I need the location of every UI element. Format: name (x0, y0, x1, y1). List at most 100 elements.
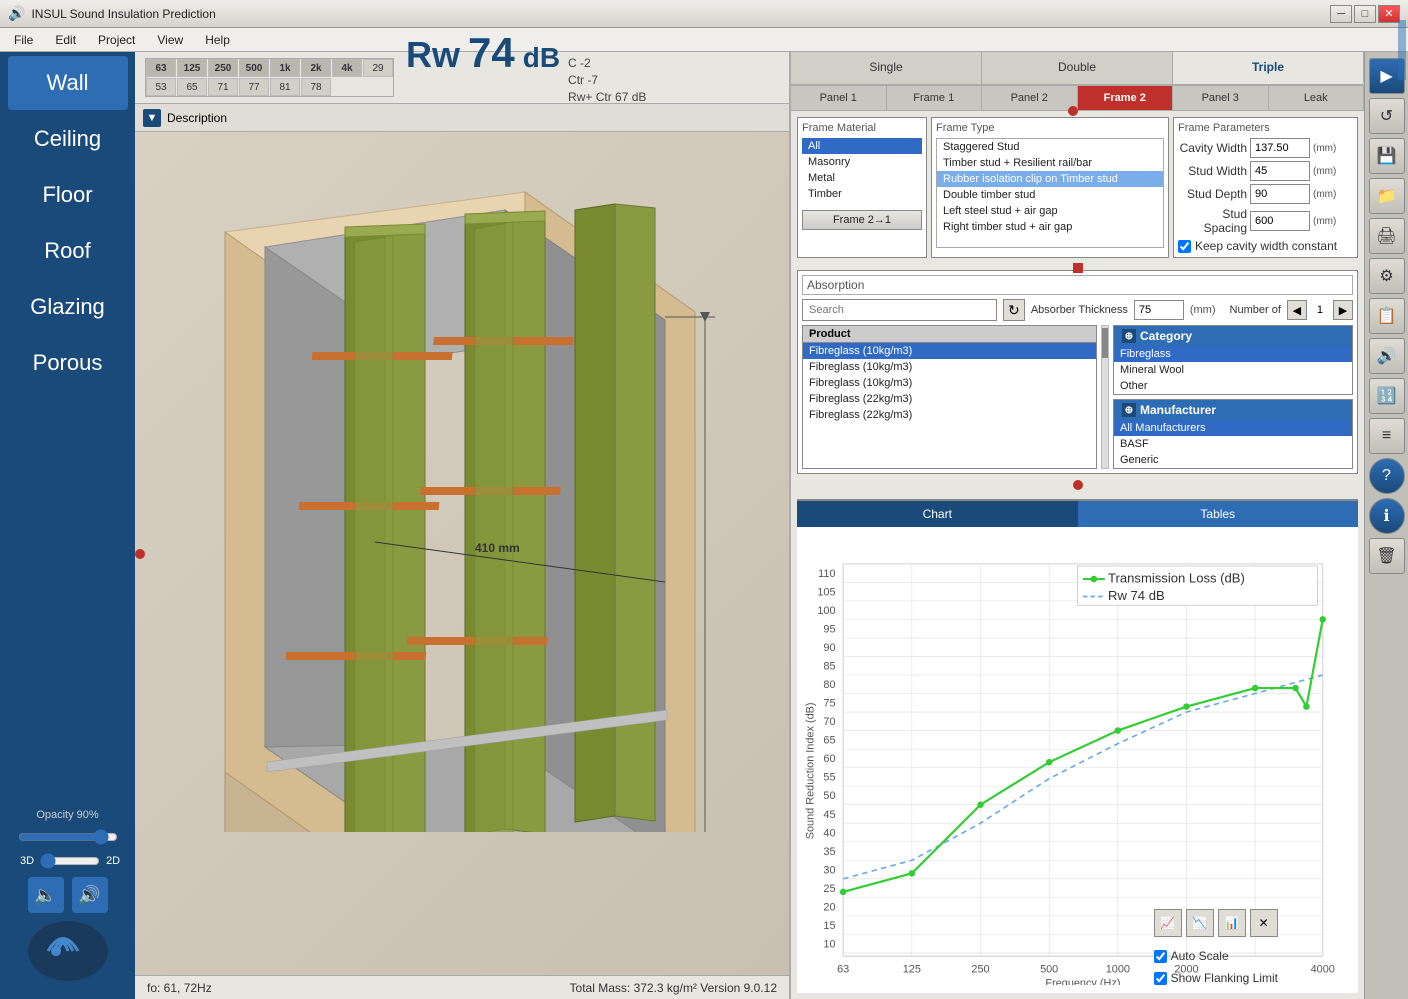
opacity-slider[interactable] (18, 829, 118, 845)
subtab-panel2[interactable]: Panel 2 (982, 86, 1078, 110)
svg-text:70: 70 (823, 716, 835, 728)
menu-help[interactable]: Help (195, 31, 240, 49)
prod-fg2[interactable]: Fibreglass (10kg/m3) (803, 359, 1096, 375)
show-flanking-checkbox[interactable] (1154, 972, 1167, 985)
prod-fg1[interactable]: Fibreglass (10kg/m3) (803, 343, 1096, 359)
cat-mineral-wool[interactable]: Mineral Wool (1114, 362, 1352, 378)
desc-arrow[interactable]: ▼ (143, 109, 161, 127)
nav-porous[interactable]: Porous (8, 336, 128, 390)
nav-ceiling[interactable]: Ceiling (8, 112, 128, 166)
tab-triple[interactable]: Triple (1173, 52, 1364, 84)
prod-fg5[interactable]: Fibreglass (22kg/m3) (803, 407, 1096, 423)
calc-icon-btn[interactable]: 🔢 (1369, 378, 1405, 414)
cavity-width-input[interactable] (1250, 138, 1310, 158)
svg-text:10: 10 (823, 938, 835, 950)
absorption-search[interactable] (802, 299, 997, 321)
subtab-frame1[interactable]: Frame 1 (887, 86, 983, 110)
auto-scale-checkbox[interactable] (1154, 950, 1167, 963)
product-scrollbar[interactable] (1101, 325, 1109, 469)
maximize-btn[interactable]: □ (1354, 5, 1376, 23)
svg-text:Sound Reduction Index (dB): Sound Reduction Index (dB) (805, 702, 817, 839)
keep-cavity-checkbox[interactable] (1178, 240, 1191, 253)
ft-timber-resilient[interactable]: Timber stud + Resilient rail/bar (937, 155, 1163, 171)
nav-wall[interactable]: Wall (8, 56, 128, 110)
chart-btn-2[interactable]: 📉 (1186, 909, 1214, 937)
fm-metal[interactable]: Metal (802, 170, 922, 186)
mfr-basf[interactable]: BASF (1114, 436, 1352, 452)
auto-scale-row: Auto Scale (1154, 949, 1278, 963)
subtab-leak[interactable]: Leak (1269, 86, 1365, 110)
close-btn[interactable]: ✕ (1378, 5, 1400, 23)
cat-other[interactable]: Other (1114, 378, 1352, 394)
nav-roof[interactable]: Roof (8, 224, 128, 278)
num-increase-btn[interactable]: ▶ (1333, 300, 1353, 320)
ft-left-steel[interactable]: Left steel stud + air gap (937, 203, 1163, 219)
prod-fg3[interactable]: Fibreglass (10kg/m3) (803, 375, 1096, 391)
subtab-frame2[interactable]: Frame 2 (1078, 86, 1174, 110)
freq-250: 250 (208, 59, 238, 77)
chart-btn-3[interactable]: 📊 (1218, 909, 1246, 937)
sidebar-footer: Opacity 90% 3D 2D 🔈 🔊 (0, 799, 135, 999)
tab-single[interactable]: Single (791, 52, 982, 84)
refresh-btn[interactable]: ↻ (1003, 299, 1025, 321)
settings-icon-btn[interactable]: ⚙ (1369, 258, 1405, 294)
notes-icon-btn[interactable]: 📋 (1369, 298, 1405, 334)
save-icon-btn[interactable]: 💾 (1369, 138, 1405, 174)
sound-icon-btn[interactable]: 🔊 (1369, 338, 1405, 374)
help-icon-btn[interactable]: ? (1369, 458, 1405, 494)
val-81: 81 (270, 78, 300, 96)
chart-btn-1[interactable]: 📈 (1154, 909, 1182, 937)
status-right: Total Mass: 372.3 kg/m² Version 9.0.12 (570, 981, 777, 995)
cavity-width-label: Cavity Width (1178, 141, 1247, 155)
svg-text:55: 55 (823, 772, 835, 784)
cat-fibreglass[interactable]: Fibreglass (1114, 346, 1352, 362)
menu-view[interactable]: View (147, 31, 193, 49)
svg-text:110: 110 (818, 568, 835, 580)
refresh-icon-btn[interactable]: ↺ (1369, 98, 1405, 134)
list-icon-btn[interactable]: ≡ (1369, 418, 1405, 454)
absorber-thickness-input[interactable] (1134, 300, 1184, 320)
tab-double[interactable]: Double (982, 52, 1173, 84)
mfr-generic[interactable]: Generic (1114, 452, 1352, 468)
manufacturer-expand[interactable]: ⊕ (1122, 403, 1136, 417)
chart-tab-chart[interactable]: Chart (797, 501, 1078, 527)
stud-width-input[interactable] (1250, 161, 1310, 181)
menu-edit[interactable]: Edit (45, 31, 86, 49)
cat-mfr-section: ⊕ Category Fibreglass Mineral Wool Other… (1113, 325, 1353, 469)
abs-separator (797, 478, 1358, 495)
subtab-panel3[interactable]: Panel 3 (1173, 86, 1269, 110)
sound-high-btn[interactable]: 🔊 (72, 877, 108, 913)
menu-file[interactable]: File (4, 31, 43, 49)
print-icon-btn[interactable]: 🖨 (1369, 218, 1405, 254)
view-mode-slider[interactable] (40, 853, 100, 869)
stud-spacing-input[interactable] (1250, 211, 1310, 231)
mid-separator (797, 262, 1358, 266)
category-expand[interactable]: ⊕ (1122, 329, 1136, 343)
minimize-btn[interactable]: ─ (1330, 5, 1352, 23)
statusbar: fo: 61, 72Hz Total Mass: 372.3 kg/m² Ver… (135, 975, 789, 999)
sound-low-btn[interactable]: 🔈 (28, 877, 64, 913)
ft-staggered[interactable]: Staggered Stud (937, 139, 1163, 155)
open-icon-btn[interactable]: 📁 (1369, 178, 1405, 214)
delete-icon-btn[interactable]: 🗑 (1369, 538, 1405, 574)
product-scrollbar-thumb[interactable] (1102, 328, 1108, 358)
nav-glazing[interactable]: Glazing (8, 280, 128, 334)
frame2-1-btn[interactable]: Frame 2→1 (802, 210, 922, 230)
stud-depth-input[interactable] (1250, 184, 1310, 204)
fm-masonry[interactable]: Masonry (802, 154, 922, 170)
chart-tab-tables[interactable]: Tables (1078, 501, 1359, 527)
frame-params-title: Frame Parameters (1178, 122, 1353, 134)
ft-rubber-clip[interactable]: Rubber isolation clip on Timber stud (937, 171, 1163, 187)
ft-double-timber[interactable]: Double timber stud (937, 187, 1163, 203)
chart-btn-4[interactable]: ✕ (1250, 909, 1278, 937)
ft-right-timber[interactable]: Right timber stud + air gap (937, 219, 1163, 235)
fm-timber[interactable]: Timber (802, 186, 922, 202)
menu-project[interactable]: Project (88, 31, 145, 49)
subtab-panel1[interactable]: Panel 1 (791, 86, 887, 110)
nav-floor[interactable]: Floor (8, 168, 128, 222)
prod-fg4[interactable]: Fibreglass (22kg/m3) (803, 391, 1096, 407)
fm-all[interactable]: All (802, 138, 922, 154)
mfr-all[interactable]: All Manufacturers (1114, 420, 1352, 436)
info-icon-btn[interactable]: ℹ (1369, 498, 1405, 534)
num-decrease-btn[interactable]: ◀ (1287, 300, 1307, 320)
